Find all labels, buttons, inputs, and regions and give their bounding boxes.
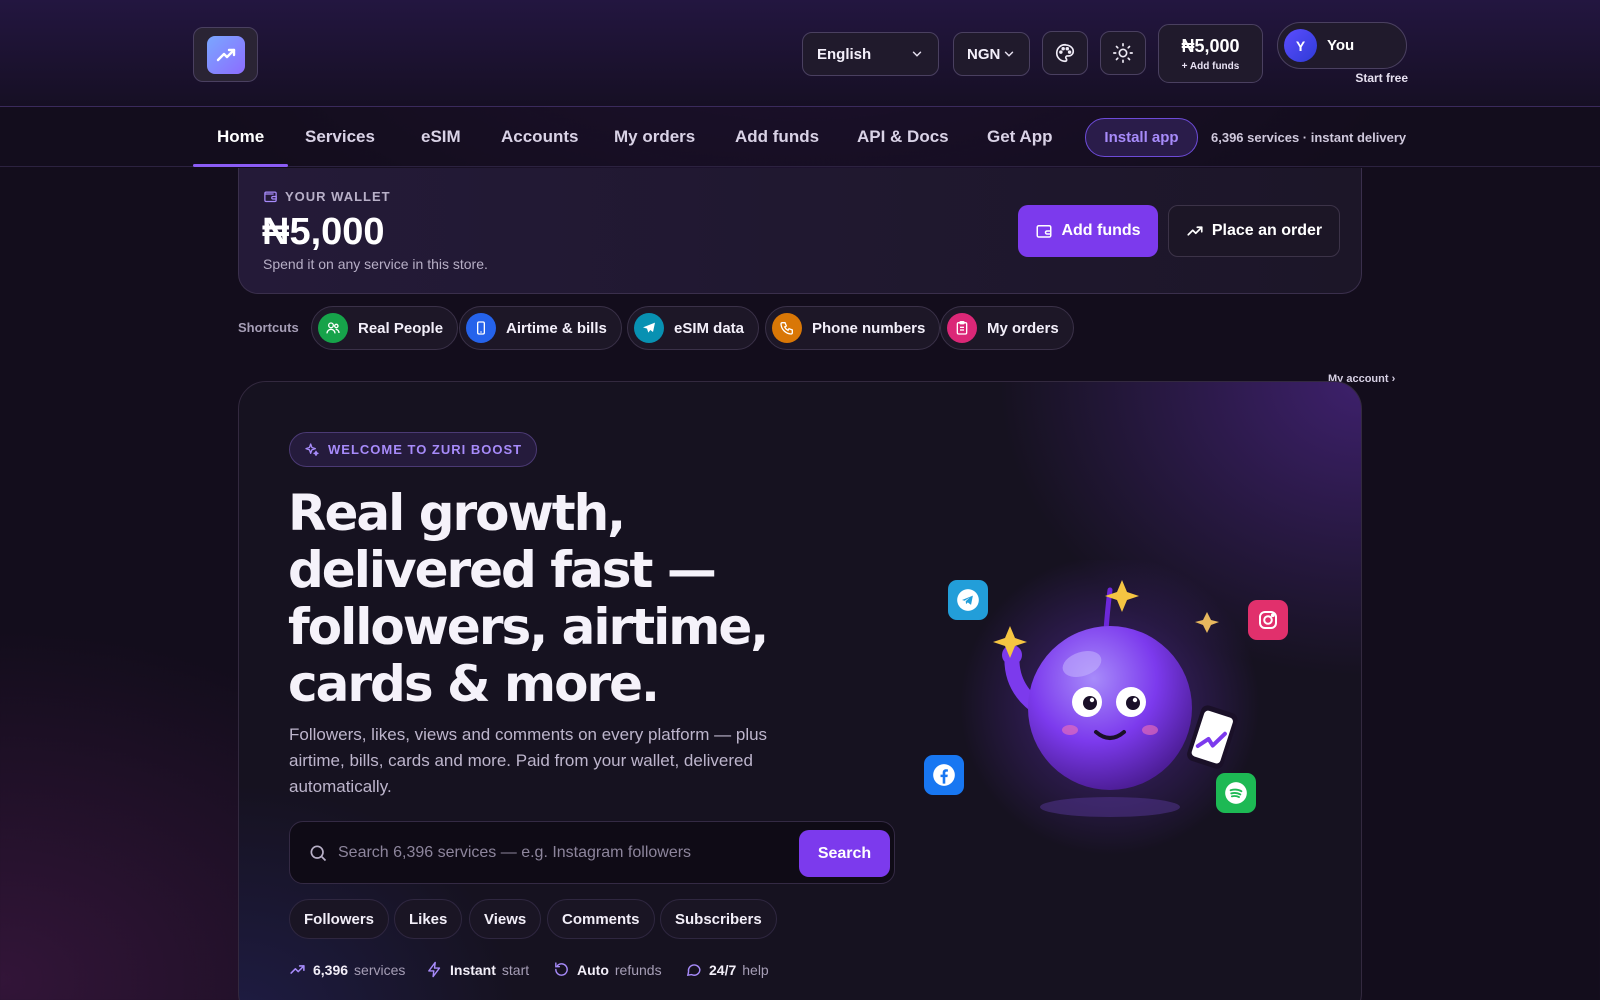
- main-nav: Home Services eSIM Accounts My orders Ad…: [0, 107, 1600, 167]
- search-icon: [310, 845, 327, 862]
- currency-select[interactable]: NGN: [953, 32, 1030, 76]
- telegram-icon: [948, 580, 988, 620]
- stat-value: 6,396: [313, 961, 349, 978]
- chevron-down-icon: [1004, 51, 1014, 57]
- start-free-link[interactable]: Start free: [1348, 71, 1408, 85]
- services-count-meta: 6,396 services · instant delivery: [1211, 129, 1407, 145]
- language-label: English: [817, 45, 872, 63]
- wallet-card: YOUR WALLET ₦5,000 Spend it on any servi…: [238, 168, 1362, 294]
- add-funds-button[interactable]: Add funds: [1018, 205, 1158, 257]
- shortcut-real-people[interactable]: Real People: [311, 306, 459, 350]
- chevron-down-icon: [912, 51, 922, 57]
- shortcut-my-orders[interactable]: My orders: [940, 306, 1074, 350]
- nav-api-docs[interactable]: API & Docs: [857, 107, 949, 167]
- nav-accounts[interactable]: Accounts: [501, 107, 578, 167]
- nav-add-funds[interactable]: Add funds: [735, 107, 819, 167]
- avatar: Y: [1284, 29, 1317, 62]
- nav-esim[interactable]: eSIM: [421, 107, 461, 167]
- spotify-icon: [1216, 773, 1256, 813]
- chat-icon: [686, 964, 701, 977]
- shortcut-label: Phone numbers: [812, 319, 926, 337]
- shortcut-phone-numbers[interactable]: Phone numbers: [765, 306, 941, 350]
- welcome-label: WELCOME TO ZURI BOOST: [328, 442, 523, 457]
- headline-line: delivered fast —: [288, 541, 717, 599]
- stat-text: help: [742, 961, 769, 978]
- tag-likes[interactable]: Likes: [394, 899, 463, 939]
- search-input[interactable]: [338, 836, 778, 870]
- stat-text: refunds: [614, 961, 662, 978]
- theme-palette-button[interactable]: [1042, 31, 1088, 75]
- shortcut-label: eSIM data: [674, 319, 745, 337]
- place-order-label: Place an order: [1211, 222, 1323, 239]
- top-header: English NGN ₦5,000 + Add funds Y You My …: [0, 0, 1600, 385]
- install-app-button[interactable]: Install app: [1085, 118, 1198, 157]
- headline-line: Real growth,: [288, 484, 626, 542]
- stat-text: start: [501, 961, 530, 978]
- tag-followers[interactable]: Followers: [289, 899, 390, 939]
- account-name: You: [1327, 37, 1355, 54]
- trend-logo-icon: [206, 35, 245, 74]
- bolt-icon: [428, 961, 441, 978]
- shortcuts-label: Shortcuts: [238, 320, 299, 335]
- hero-subtext: Followers, likes, views and comments on …: [289, 725, 768, 796]
- stat-value: Auto: [577, 961, 609, 978]
- refresh-icon: [555, 962, 568, 976]
- shortcut-label: My orders: [987, 319, 1059, 337]
- shortcut-label: Real People: [358, 319, 444, 337]
- wallet-label: YOUR WALLET: [285, 189, 391, 204]
- tag-subscribers[interactable]: Subscribers: [660, 899, 777, 939]
- wallet-icon: [1036, 225, 1052, 238]
- headline-line: followers, airtime,: [288, 598, 769, 656]
- wallet-amount: ₦5,000: [262, 211, 385, 253]
- tag-views[interactable]: Views: [469, 899, 542, 939]
- stat-refunds: Auto refunds: [553, 961, 662, 978]
- stat-instant: Instant start: [426, 961, 529, 978]
- place-order-button[interactable]: Place an order: [1168, 205, 1340, 257]
- hero-headline: Real growth, delivered fast — followers,…: [288, 485, 848, 713]
- trend-icon: [1187, 226, 1203, 236]
- stat-help: 24/7 help: [685, 961, 769, 978]
- logo[interactable]: [193, 27, 258, 82]
- phone-device-icon: [466, 313, 496, 343]
- sun-icon: [1113, 43, 1133, 63]
- shortcut-esim-data[interactable]: eSIM data: [627, 306, 760, 350]
- instagram-icon: [1248, 600, 1288, 640]
- add-funds-label: Add funds: [1061, 222, 1141, 239]
- shortcut-label: Airtime & bills: [506, 319, 607, 337]
- phone-call-icon: [772, 313, 802, 343]
- balance-button[interactable]: ₦5,000 + Add funds: [1158, 24, 1263, 83]
- account-button[interactable]: Y You My account ›: [1277, 22, 1407, 385]
- facebook-icon: [924, 755, 964, 795]
- nav-get-app[interactable]: Get App: [987, 107, 1052, 167]
- nav-my-orders[interactable]: My orders: [614, 107, 695, 167]
- currency-label: NGN: [967, 45, 1001, 63]
- stat-value: Instant: [450, 961, 496, 978]
- sparkles-icon: [305, 442, 319, 456]
- add-funds-link: + Add funds: [1181, 60, 1240, 72]
- nav-home[interactable]: Home: [193, 107, 289, 167]
- tag-comments[interactable]: Comments: [547, 899, 655, 939]
- language-select[interactable]: English: [802, 32, 939, 76]
- plane-icon: [634, 313, 664, 343]
- wallet-label-row: YOUR WALLET: [263, 189, 391, 204]
- search-bar: Search: [289, 821, 895, 884]
- wallet-icon: [264, 191, 277, 203]
- light-mode-toggle[interactable]: [1100, 31, 1146, 75]
- clipboard-icon: [947, 313, 977, 343]
- my-account-link: My account ›: [1328, 373, 1396, 385]
- trend-icon: [290, 965, 305, 974]
- welcome-badge: WELCOME TO ZURI BOOST: [289, 432, 538, 467]
- stat-value: 24/7: [709, 961, 737, 978]
- stat-services: 6,396 services: [289, 961, 405, 978]
- stat-text: services: [354, 961, 406, 978]
- palette-icon: [1056, 43, 1075, 63]
- shortcut-airtime-bills[interactable]: Airtime & bills: [459, 306, 622, 350]
- wallet-note: Spend it on any service in this store.: [263, 256, 488, 272]
- balance-amount: ₦5,000: [1181, 35, 1240, 56]
- nav-services[interactable]: Services: [305, 107, 375, 167]
- headline-line: cards & more.: [288, 655, 660, 713]
- search-button[interactable]: Search: [799, 830, 890, 877]
- users-icon: [318, 313, 348, 343]
